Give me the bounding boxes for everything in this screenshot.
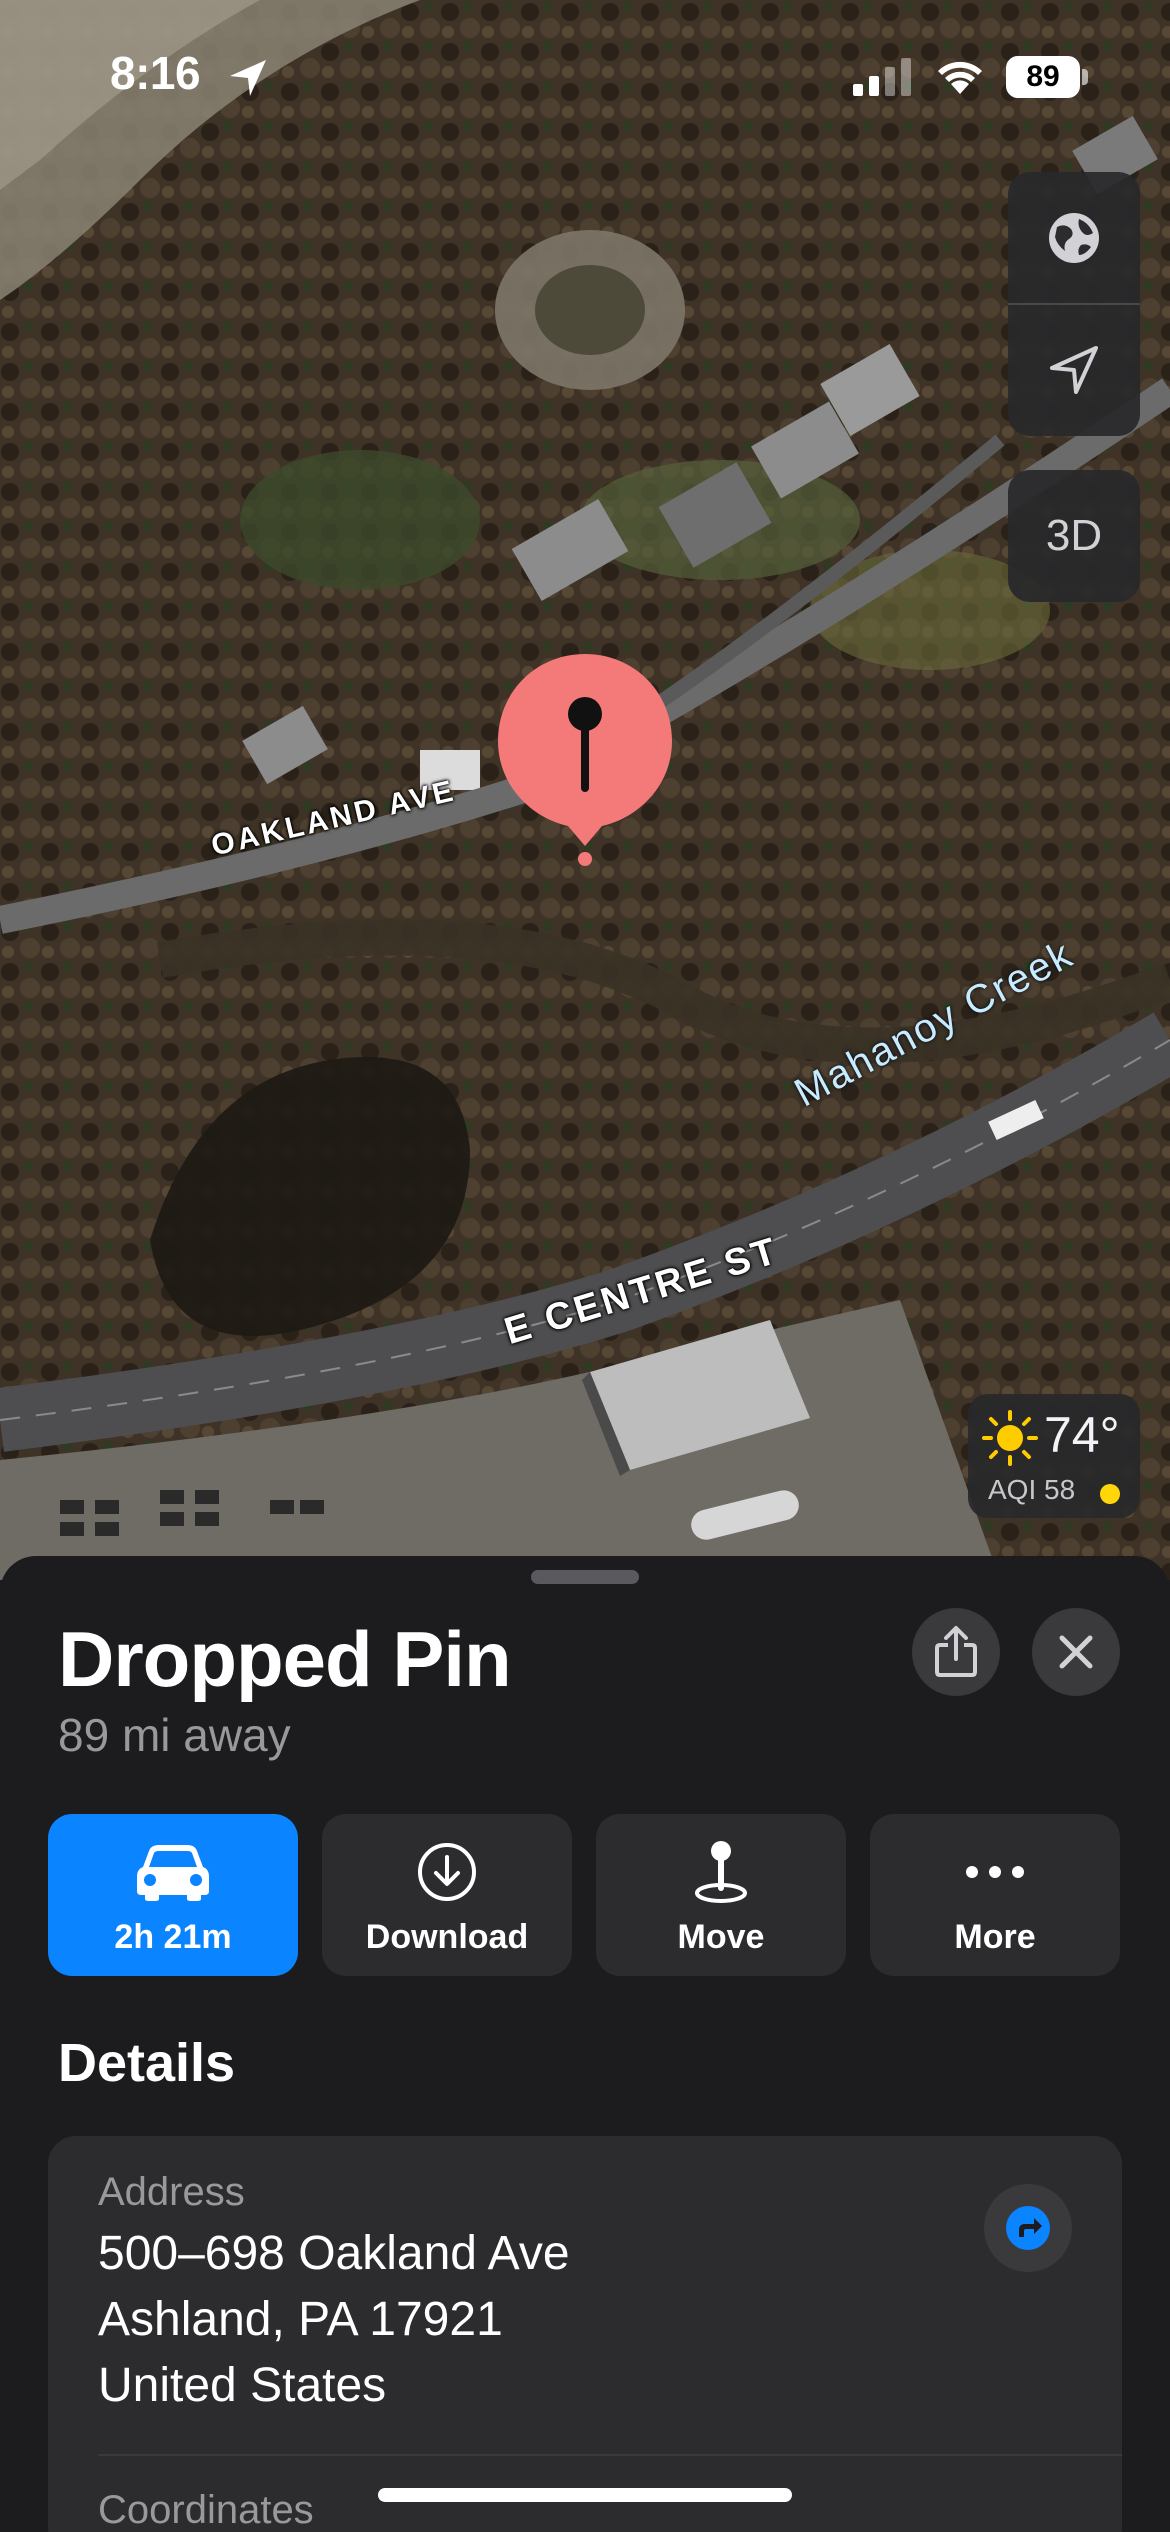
share-button[interactable]	[912, 1608, 1000, 1696]
address-label: Address	[98, 2170, 245, 2214]
place-distance: 89 mi away	[58, 1709, 291, 1761]
pin-icon	[498, 654, 672, 866]
map-mode-button[interactable]	[1008, 172, 1140, 304]
coordinates-label: Coordinates	[98, 2488, 314, 2532]
move-pin-icon	[671, 1832, 771, 1912]
car-icon	[123, 1832, 223, 1912]
wifi-icon	[938, 61, 982, 94]
weather-widget[interactable]: 74° AQI 58	[968, 1394, 1140, 1518]
details-heading: Details	[58, 2033, 236, 2093]
address-line-1[interactable]: 500–698 Oakland Ave	[98, 2226, 570, 2281]
close-button[interactable]	[1032, 1608, 1120, 1696]
address-line-2[interactable]: Ashland, PA 17921	[98, 2292, 503, 2347]
place-sheet: Dropped Pin 89 mi away 2h 21m Download M…	[0, 1556, 1170, 2532]
globe-icon	[1049, 213, 1099, 263]
home-indicator[interactable]	[378, 2488, 792, 2502]
status-bar: 8:16 89	[0, 0, 1170, 150]
map-controls	[1008, 172, 1140, 436]
directions-icon	[1006, 2206, 1050, 2250]
location-arrow-icon	[1050, 346, 1098, 394]
action-buttons: 2h 21m Download Move More	[48, 1814, 1122, 1976]
battery-indicator: 89	[1006, 56, 1088, 98]
three-d-button[interactable]: 3D	[1008, 470, 1140, 602]
address-line-3[interactable]: United States	[98, 2358, 386, 2413]
aqi-indicator-dot	[1100, 1484, 1120, 1504]
more-label: More	[954, 1918, 1036, 1956]
dropped-pin-marker[interactable]	[494, 650, 676, 866]
directions-button[interactable]: 2h 21m	[48, 1814, 298, 1976]
sun-icon	[982, 1410, 1038, 1466]
move-label: Move	[677, 1918, 765, 1956]
place-title: Dropped Pin	[58, 1615, 512, 1703]
details-divider	[98, 2454, 1122, 2456]
satellite-map[interactable]: OAKLAND AVE E CENTRE ST Mahanoy Creek	[0, 0, 1170, 1580]
battery-tip	[1082, 69, 1088, 85]
weather-aqi: AQI 58	[988, 1474, 1076, 1505]
download-label: Download	[365, 1918, 529, 1956]
cellular-signal-icon	[853, 58, 911, 96]
weather-temperature: 74°	[1044, 1407, 1120, 1463]
directions-eta: 2h 21m	[114, 1918, 232, 1956]
ellipsis-icon	[945, 1832, 1045, 1912]
download-button[interactable]: Download	[322, 1814, 572, 1976]
details-card: Address 500–698 Oakland Ave Ashland, PA …	[48, 2136, 1122, 2532]
close-icon	[1059, 1635, 1093, 1669]
address-directions-button[interactable]	[984, 2184, 1072, 2272]
move-button[interactable]: Move	[596, 1814, 846, 1976]
locate-me-button[interactable]	[1008, 304, 1140, 436]
share-icon	[935, 1626, 977, 1677]
battery-level: 89	[1006, 56, 1080, 98]
more-button[interactable]: More	[870, 1814, 1120, 1976]
sheet-grabber[interactable]	[531, 1570, 639, 1584]
download-icon	[397, 1832, 497, 1912]
location-arrow-icon	[230, 60, 266, 96]
status-time: 8:16	[110, 47, 201, 99]
